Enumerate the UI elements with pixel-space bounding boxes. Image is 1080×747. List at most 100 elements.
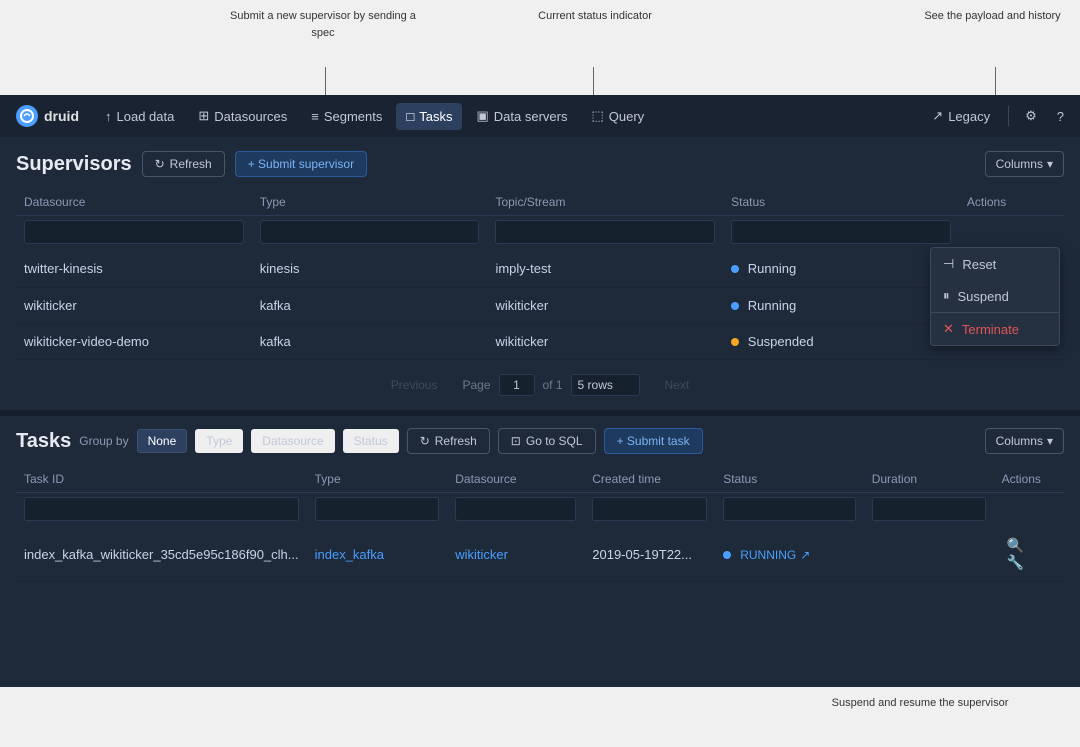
reset-icon: ⊣ [943, 256, 954, 272]
supervisor-type-2: kafka [252, 288, 488, 324]
task-status-text-1: RUNNING [740, 548, 796, 562]
task-datasource-1: wikiticker [447, 527, 584, 582]
nav-item-legacy[interactable]: ↗ Legacy [922, 102, 1000, 130]
supervisor-datasource-1: twitter-kinesis [16, 250, 252, 288]
task-type-1: index_kafka [307, 527, 448, 582]
tasks-filter-status[interactable] [723, 497, 855, 521]
suspend-icon: ⏸ [943, 288, 950, 304]
col-datasource: Datasource [16, 187, 252, 216]
task-type-link-1[interactable]: index_kafka [315, 547, 384, 562]
nav-item-tasks[interactable]: □ Tasks [396, 103, 462, 130]
running-badge-1: RUNNING ↗ [723, 548, 810, 562]
bottom-annotations: Suspend and resume the supervisor [0, 687, 1080, 747]
rows-per-page-select[interactable]: 5 rows 10 rows 20 rows 50 rows [571, 374, 640, 396]
nav-logo-text: druid [44, 108, 79, 124]
tasks-filter-created[interactable] [592, 497, 707, 521]
group-by-datasource-button[interactable]: Datasource [251, 429, 334, 453]
supervisors-table-header-row: Datasource Type Topic/Stream Status Acti… [16, 187, 1064, 216]
previous-page-button[interactable]: Previous [374, 372, 455, 398]
nav-logo[interactable]: druid [8, 105, 87, 127]
tasks-refresh-label: Refresh [435, 434, 477, 448]
nav-item-query[interactable]: ⬚ Query [581, 102, 654, 130]
task-col-status: Status [715, 464, 863, 493]
supervisor-type-1: kinesis [252, 250, 488, 288]
group-by-none-button[interactable]: None [137, 429, 188, 453]
sql-icon: ⊡ [511, 434, 521, 448]
nav-item-load-data[interactable]: ↑ Load data [95, 103, 184, 130]
task-datasource-link-1[interactable]: wikiticker [455, 547, 508, 562]
filter-type[interactable] [260, 220, 480, 244]
supervisors-columns-button[interactable]: Columns ▾ [985, 151, 1064, 177]
task-status-1: RUNNING ↗ [715, 527, 863, 582]
reset-label: Reset [962, 257, 996, 272]
context-menu-suspend[interactable]: ⏸ Suspend [931, 280, 1059, 312]
supervisor-row-2: wikiticker kafka wikiticker Running [16, 288, 1064, 324]
supervisors-title: Supervisors [16, 153, 132, 176]
context-menu-terminate[interactable]: ✕ Terminate [931, 313, 1059, 345]
help-button[interactable]: ? [1049, 103, 1072, 130]
annotation-submit-supervisor: Submit a new supervisor by sending a spe… [223, 8, 423, 41]
tasks-filter-type[interactable] [315, 497, 440, 521]
tasks-refresh-button[interactable]: ↻ Refresh [407, 428, 490, 454]
task-duration-1 [864, 527, 994, 582]
supervisor-topic-1: imply-test [487, 250, 723, 288]
tasks-columns-button[interactable]: Columns ▾ [985, 428, 1064, 454]
tasks-filter-duration[interactable] [872, 497, 986, 521]
settings-button[interactable]: ⚙ [1017, 102, 1045, 130]
tasks-header: Tasks Group by None Type Datasource Stat… [0, 416, 1080, 464]
supervisors-filter-row [16, 216, 1064, 251]
tasks-refresh-icon: ↻ [420, 434, 430, 448]
next-page-button[interactable]: Next [648, 372, 707, 398]
supervisor-status-2: Running [723, 288, 959, 324]
nav-item-segments[interactable]: ≡ Segments [301, 103, 392, 130]
legacy-icon: ↗ [932, 108, 943, 124]
group-by-type-button[interactable]: Type [195, 429, 243, 453]
filter-topic[interactable] [495, 220, 715, 244]
task-more-actions-button-1[interactable]: 🔧 [1002, 552, 1029, 572]
druid-logo-icon [16, 105, 38, 127]
tasks-columns-label: Columns [996, 434, 1043, 448]
nav-item-datasources[interactable]: ⊞ Datasources [188, 102, 297, 130]
task-row-1: index_kafka_wikiticker_35cd5e95c186f90_c… [16, 527, 1064, 582]
nav-item-data-servers[interactable]: ▣ Data servers [466, 102, 577, 130]
submit-task-button[interactable]: + Submit task [604, 428, 703, 454]
filter-status[interactable] [731, 220, 951, 244]
task-col-type: Type [307, 464, 448, 493]
supervisor-topic-3: wikiticker [487, 324, 723, 360]
filter-datasource[interactable] [24, 220, 244, 244]
supervisor-datasource-3: wikiticker-video-demo [16, 324, 252, 360]
nav-item-label: Datasources [214, 109, 287, 124]
nav-divider [1008, 106, 1009, 126]
tasks-filter-datasource[interactable] [455, 497, 576, 521]
total-pages-label: of 1 [543, 378, 563, 392]
main-content: Supervisors ↻ Refresh + Submit superviso… [0, 137, 1080, 687]
context-menu-reset[interactable]: ⊣ Reset [931, 248, 1059, 280]
group-by-status-button[interactable]: Status [343, 429, 399, 453]
task-status-link-icon[interactable]: ↗ [800, 548, 810, 562]
go-to-sql-button[interactable]: ⊡ Go to SQL [498, 428, 596, 454]
tasks-table: Task ID Type Datasource Created time Sta… [16, 464, 1064, 582]
tasks-title: Tasks [16, 430, 71, 453]
page-number-input[interactable] [499, 374, 535, 396]
col-topic-stream: Topic/Stream [487, 187, 723, 216]
go-to-sql-label: Go to SQL [526, 434, 583, 448]
tasks-chevron-down-icon: ▾ [1047, 434, 1053, 448]
submit-supervisor-button[interactable]: + Submit supervisor [235, 151, 367, 177]
supervisor-topic-2: wikiticker [487, 288, 723, 324]
nav-item-label: Tasks [419, 109, 452, 124]
refresh-icon: ↻ [155, 157, 165, 171]
group-by-label: Group by [79, 434, 128, 448]
nav-bar: druid ↑ Load data ⊞ Datasources ≡ Segmen… [0, 95, 1080, 137]
supervisor-row-3: wikiticker-video-demo kafka wikiticker S… [16, 324, 1064, 360]
context-menu: ⊣ Reset ⏸ Suspend ✕ Terminate [930, 247, 1060, 346]
load-data-icon: ↑ [105, 109, 112, 124]
supervisors-refresh-button[interactable]: ↻ Refresh [142, 151, 225, 177]
supervisor-datasource-2: wikiticker [16, 288, 252, 324]
annotations-bar: Submit a new supervisor by sending a spe… [0, 0, 1080, 95]
tasks-filter-id[interactable] [24, 497, 299, 521]
terminate-icon: ✕ [943, 321, 954, 337]
col-status: Status [723, 187, 959, 216]
suspend-label: Suspend [958, 289, 1009, 304]
nav-item-label: Load data [117, 109, 175, 124]
annotation-payload-history: See the payload and history [920, 8, 1065, 25]
